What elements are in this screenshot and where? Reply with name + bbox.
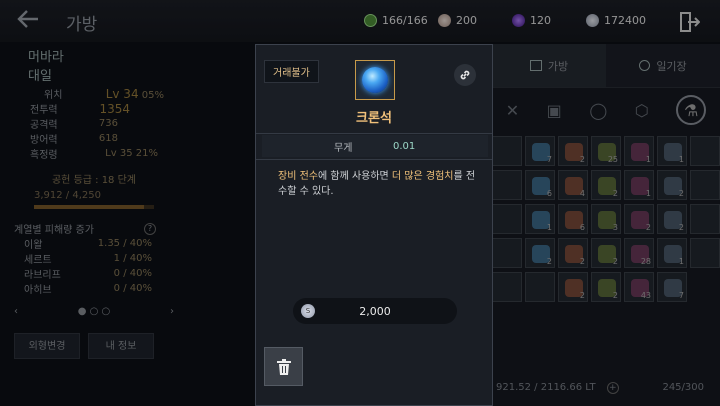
divider: [256, 133, 492, 134]
desc-text: 에 함께 사용하면: [317, 171, 392, 182]
weight-label: 무게: [334, 142, 353, 154]
item-slot: [355, 60, 395, 100]
trash-icon: [276, 358, 291, 375]
discard-button[interactable]: [264, 347, 303, 386]
desc-highlight: 더 많은 경험치: [391, 171, 454, 182]
silver-coin-icon: S: [301, 304, 315, 318]
divider: [256, 159, 492, 160]
link-icon[interactable]: [454, 64, 476, 86]
item-description: 장비 전수에 함께 사용하면 더 많은 경험치를 전수할 수 있다.: [278, 169, 478, 199]
weight-row: 무게 0.01: [262, 135, 488, 157]
price-value: 2,000: [359, 304, 391, 318]
untradable-badge: 거래불가: [264, 60, 319, 83]
blue-orb-icon: [362, 67, 388, 93]
item-name: 크론석: [356, 111, 392, 126]
weight-value: 0.01: [393, 140, 416, 152]
sell-price: S 2,000: [293, 298, 457, 324]
desc-highlight: 장비 전수: [278, 171, 318, 182]
item-tooltip: 거래불가 크론석 무게 0.01 장비 전수에 함께 사용하면 더 많은 경험치…: [255, 44, 493, 406]
